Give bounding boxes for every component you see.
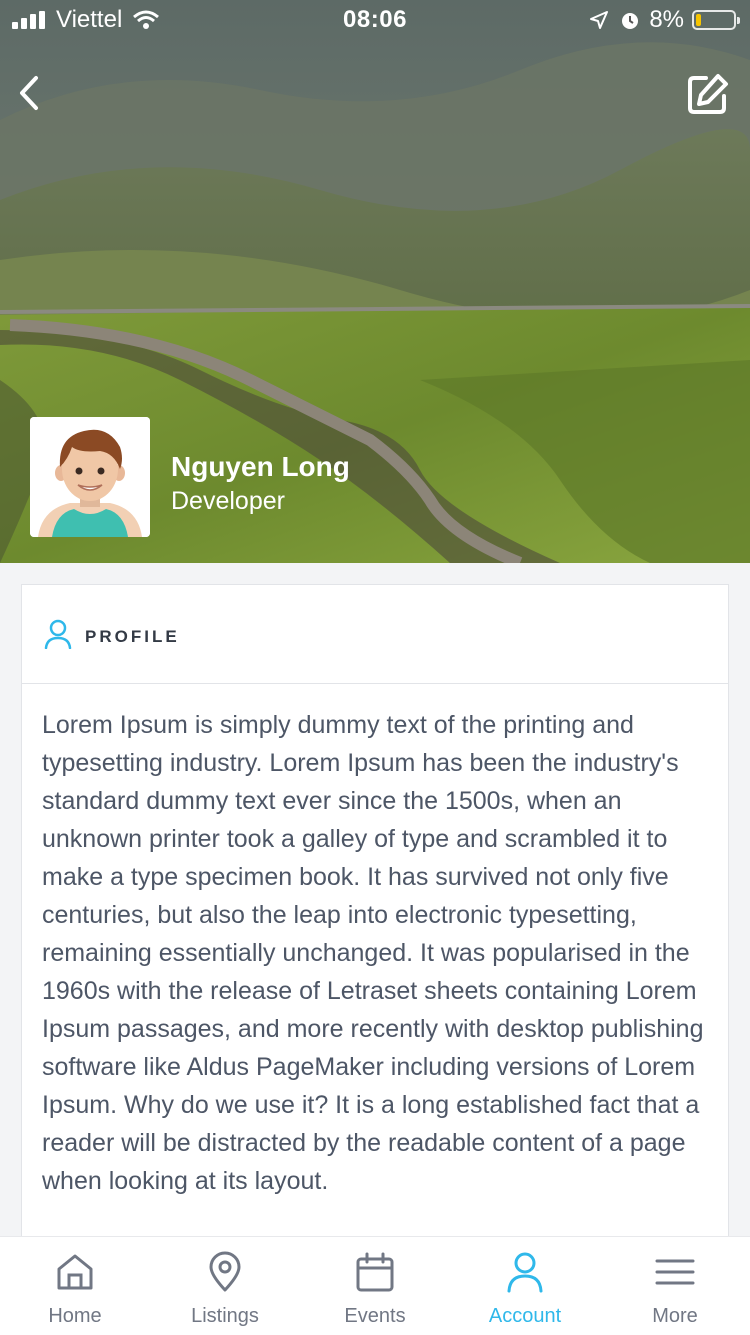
tab-listings-label: Listings xyxy=(191,1305,259,1327)
profile-description: Lorem Ipsum is simply dummy text of the … xyxy=(42,711,704,1195)
profile-card: PROFILE Lorem Ipsum is simply dummy text… xyxy=(21,584,729,1264)
cover-photo: Viettel 08:06 8% Nguyen Long Developer xyxy=(0,0,750,563)
edit-profile-button[interactable] xyxy=(686,72,730,116)
tab-bar: Home Listings Events Account More xyxy=(0,1236,750,1335)
tab-events-label: Events xyxy=(344,1305,406,1327)
back-button[interactable] xyxy=(14,72,48,114)
calendar-icon xyxy=(356,1252,394,1292)
user-role: Developer xyxy=(171,487,285,515)
tab-listings[interactable]: Listings xyxy=(150,1237,300,1335)
chevron-left-icon xyxy=(20,76,38,110)
tab-account-label: Account xyxy=(488,1305,562,1327)
battery-level xyxy=(696,14,701,26)
profile-card-header: PROFILE xyxy=(22,585,728,684)
home-icon xyxy=(57,1254,93,1290)
menu-icon xyxy=(655,1259,695,1285)
status-bar: Viettel 08:06 8% xyxy=(0,0,750,40)
avatar-image xyxy=(30,417,150,537)
tab-home[interactable]: Home xyxy=(0,1237,150,1335)
battery-icon xyxy=(692,10,740,30)
user-name: Nguyen Long xyxy=(171,451,350,482)
edit-icon xyxy=(688,74,728,114)
alarm-icon xyxy=(622,13,639,29)
battery-percent: 8% xyxy=(649,6,684,33)
tab-more-label: More xyxy=(652,1305,698,1327)
location-pin-icon xyxy=(209,1251,241,1292)
user-icon xyxy=(507,1252,543,1293)
tab-home-label: Home xyxy=(48,1305,102,1327)
tab-more[interactable]: More xyxy=(600,1237,750,1335)
location-arrow-icon xyxy=(590,11,609,29)
tab-events[interactable]: Events xyxy=(300,1237,450,1335)
user-icon xyxy=(44,619,72,649)
tab-account[interactable]: Account xyxy=(450,1237,600,1335)
profile-card-title: PROFILE xyxy=(85,627,180,646)
avatar[interactable] xyxy=(30,417,150,537)
